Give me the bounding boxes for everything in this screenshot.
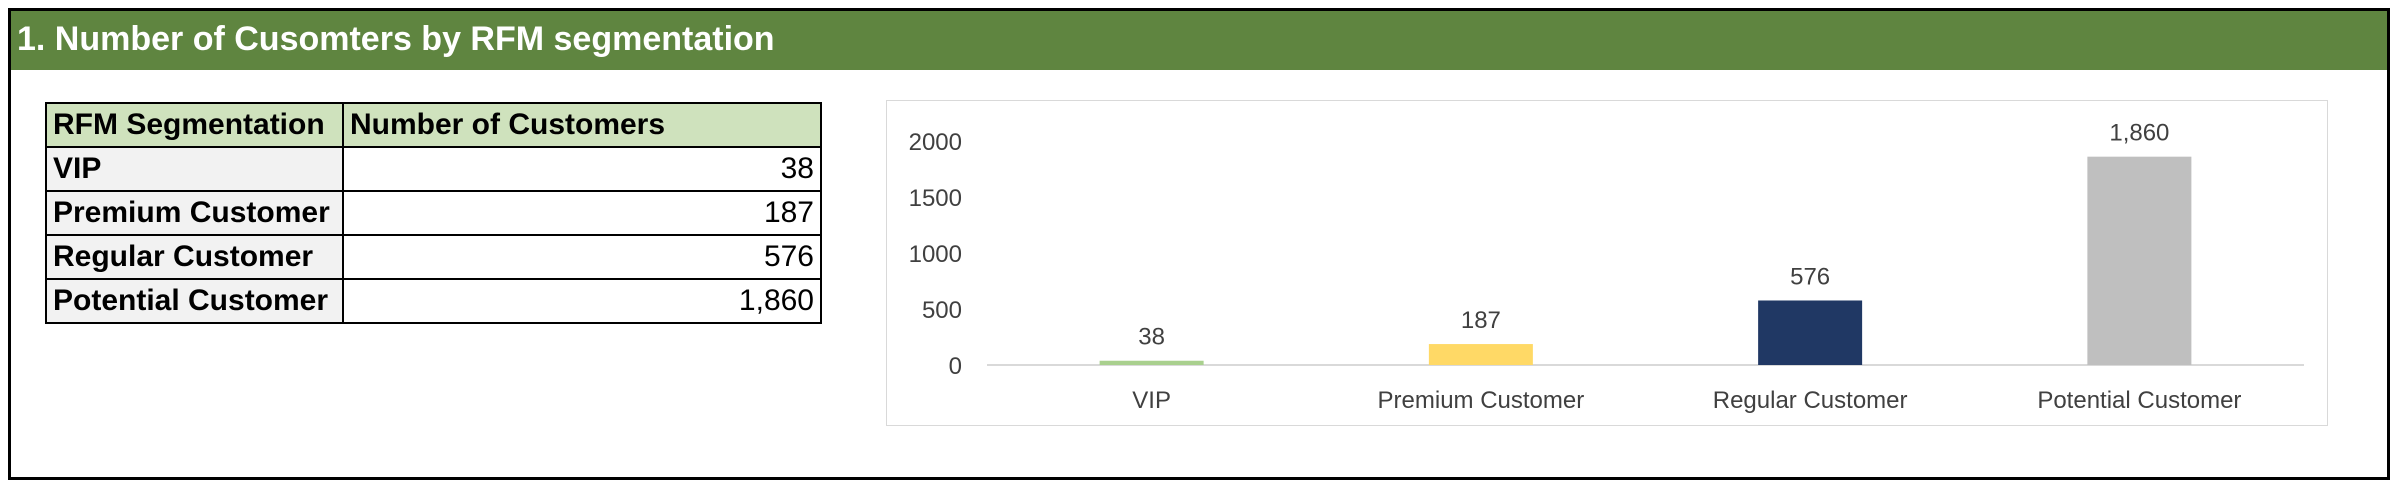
data-label: 1,860 — [2109, 120, 2169, 147]
y-tick-label: 1000 — [909, 241, 962, 268]
customer-count-cell: 1,860 — [342, 278, 822, 324]
bar-chart: 0 500 1000 1500 2000 38 VIP 187 Premium Customer… — [886, 100, 2328, 426]
bar — [1758, 300, 1863, 365]
table-row: Potential Customer 1,860 — [45, 278, 822, 324]
table-row: Regular Customer 576 — [45, 234, 822, 280]
bar — [2087, 156, 2192, 365]
customer-count-cell: 38 — [342, 146, 822, 192]
y-tick-label: 2000 — [909, 129, 962, 156]
column-header-segment: RFM Segmentation — [45, 102, 344, 148]
category-label: Potential Customer — [2037, 387, 2241, 414]
table-row: Premium Customer 187 — [45, 190, 822, 236]
customer-count-cell: 187 — [342, 190, 822, 236]
column-header-count: Number of Customers — [342, 102, 822, 148]
data-label: 187 — [1461, 307, 1501, 334]
y-tick-label: 500 — [922, 297, 962, 324]
segment-name-cell: Potential Customer — [45, 278, 344, 324]
data-label: 576 — [1790, 263, 1830, 290]
section-title: 1. Number of Cusomters by RFM segmentati… — [17, 20, 775, 58]
category-label: Regular Customer — [1713, 387, 1908, 414]
bar-chart-svg: 0 500 1000 1500 2000 38 VIP 187 Premium Customer… — [909, 120, 2304, 414]
table-header-row: RFM Segmentation Number of Customers — [45, 102, 822, 148]
y-tick-label: 0 — [949, 353, 962, 380]
category-label: Premium Customer — [1378, 387, 1585, 414]
customer-count-cell: 576 — [342, 234, 822, 280]
segment-name-cell: VIP — [45, 146, 344, 192]
category-label: VIP — [1132, 387, 1171, 414]
data-label: 38 — [1138, 324, 1165, 351]
bar — [1099, 360, 1204, 365]
rfm-segment-table: RFM Segmentation Number of Customers VIP… — [45, 102, 822, 324]
section-header: 1. Number of Cusomters by RFM segmentati… — [11, 11, 2387, 70]
table-row: VIP 38 — [45, 146, 822, 192]
y-tick-label: 1500 — [909, 185, 962, 212]
bar — [1428, 344, 1533, 365]
segment-name-cell: Regular Customer — [45, 234, 344, 280]
segment-name-cell: Premium Customer — [45, 190, 344, 236]
